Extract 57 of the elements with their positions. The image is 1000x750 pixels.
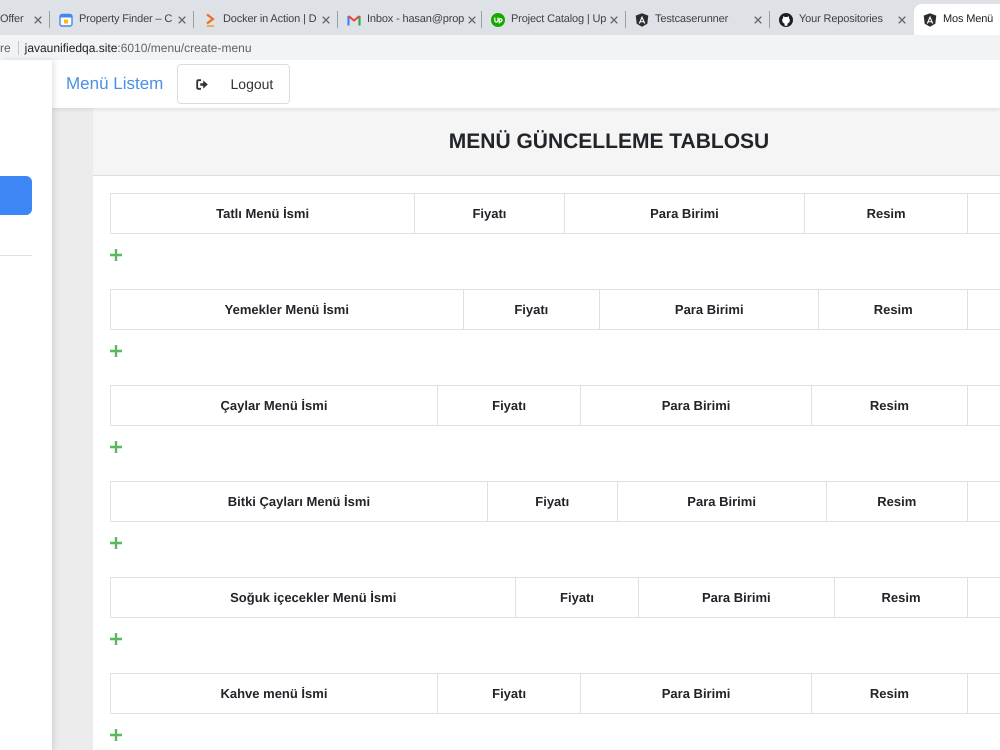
address-url[interactable]: javaunifiedqa.site:6010/menu/create-menu [24, 38, 252, 56]
column-header: Soğuk içecekler Menü İsmi [110, 578, 516, 618]
browser-tab[interactable]: Testcaserunner [626, 4, 770, 35]
close-icon[interactable] [322, 16, 330, 24]
mail-icon [347, 12, 361, 26]
close-icon[interactable] [468, 16, 476, 24]
add-row-icon[interactable] [110, 537, 122, 549]
close-icon[interactable] [34, 16, 42, 24]
column-header: Fiyatı [437, 674, 581, 714]
column-header: Resim [834, 578, 968, 618]
browser-tab[interactable]: Inbox - hasan@prop [338, 4, 482, 35]
close-icon[interactable] [178, 16, 186, 24]
column-header: Para Birimi [600, 290, 819, 330]
browser-tab[interactable]: Docker in Action | D [194, 4, 338, 35]
column-header: Bitki Çayları Menü İsmi [110, 482, 488, 522]
shield-icon [923, 12, 937, 26]
browser-tab[interactable]: Property Finder – C [50, 4, 194, 35]
column-header: Resim [818, 290, 968, 330]
add-row-icon[interactable] [110, 345, 122, 357]
column-header: Yemekler Menü İsmi [110, 290, 464, 330]
column-header: Çaylar Menü İsmi [110, 386, 438, 426]
column-header: Fiyatı [487, 482, 618, 522]
browser-tab[interactable]: Mos Menü [914, 4, 1000, 35]
shield-icon [635, 12, 649, 26]
column-header: Resim [811, 674, 968, 714]
browser-tab[interactable]: Your Repositories [770, 4, 914, 35]
circle-logo-icon [779, 12, 793, 26]
add-row-icon[interactable] [110, 441, 122, 453]
address-bar[interactable]: re javaunifiedqa.site:6010/menu/create-menu [0, 35, 1000, 60]
column-header: Fiyatı [516, 578, 638, 618]
column-header: Kahve menü İsmi [110, 674, 438, 714]
add-row-icon[interactable] [110, 729, 122, 741]
column-header: Fiyatı [437, 386, 581, 426]
page-title: MENÜ GÜNCELLEME TABLOSU [448, 128, 770, 154]
security-label: re [0, 40, 11, 56]
sign-out-icon [196, 78, 208, 90]
calendar-icon [59, 12, 73, 26]
close-icon[interactable] [610, 16, 618, 24]
add-row-icon[interactable] [110, 249, 122, 261]
column-header: Resim [804, 194, 968, 234]
column-header: Resim [826, 482, 968, 522]
round-logo-icon [491, 12, 505, 26]
browser-tab[interactable]: Project Catalog | Up [482, 4, 626, 35]
column-header: Para Birimi [580, 674, 812, 714]
column-header: Para Birimi [617, 482, 826, 522]
column-header: Para Birimi [564, 194, 805, 234]
column-header: Tatlı Menü İsmi [110, 194, 415, 234]
add-row-icon[interactable] [110, 633, 122, 645]
close-icon[interactable] [754, 16, 762, 24]
column-header: Resim [811, 386, 968, 426]
column-header: Para Birimi [580, 386, 812, 426]
close-icon[interactable] [898, 16, 906, 24]
browser-tab[interactable]: Offer [0, 4, 50, 35]
column-header: Fiyatı [463, 290, 600, 330]
logout-button[interactable]: Logout [177, 64, 290, 104]
column-header: Fiyatı [414, 194, 564, 234]
column-header: Para Birimi [638, 578, 835, 618]
